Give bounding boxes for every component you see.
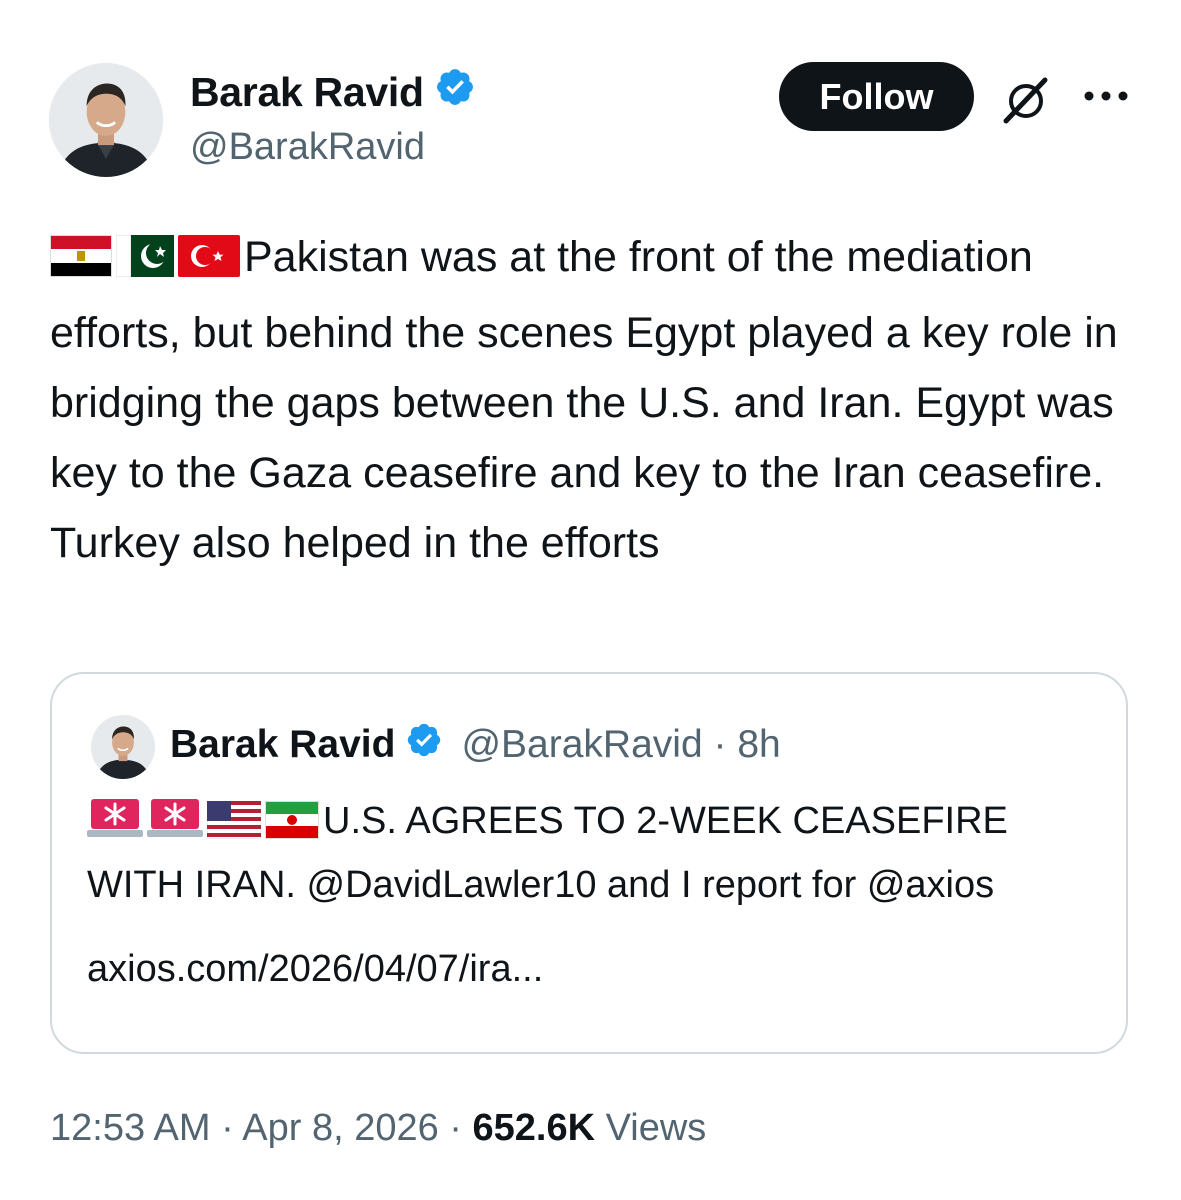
grok-icon[interactable]	[999, 75, 1053, 125]
quoted-tweet-meta: @BarakRavid · 8h	[461, 723, 780, 767]
tweet-time[interactable]: 12:53 AM	[50, 1107, 211, 1149]
quoted-tweet-text-block: U.S. AGREES TO 2-WEEK CEASEFIRE WITH IRA…	[87, 792, 1107, 914]
flag-turkey-icon	[178, 228, 240, 298]
quoted-tweet-header: Barak Ravid @BarakRavid · 8h	[170, 721, 781, 769]
flag-united-states-icon	[206, 798, 262, 856]
quoted-tweet-age[interactable]: 8h	[737, 723, 780, 766]
views-count: 652.6K	[472, 1107, 596, 1149]
author-name[interactable]: Barak Ravid	[190, 69, 424, 116]
more-options-icon[interactable]	[1083, 83, 1129, 109]
author-name-row[interactable]: Barak Ravid	[190, 66, 476, 118]
quoted-author-name[interactable]: Barak Ravid	[170, 723, 395, 767]
flag-pakistan-icon	[115, 228, 174, 298]
avatar-image	[49, 63, 163, 177]
quoted-author-handle[interactable]: @BarakRavid	[461, 723, 702, 766]
verified-badge-icon	[434, 66, 476, 118]
author-avatar[interactable]	[49, 63, 163, 177]
meta-separator: ·	[713, 723, 727, 766]
quoted-tweet-card[interactable]: Barak Ravid @BarakRavid · 8h U.S. AGREES…	[50, 672, 1128, 1054]
rotating-light-icon	[147, 795, 203, 856]
rotating-light-icon	[87, 795, 143, 856]
author-handle[interactable]: @BarakRavid	[190, 126, 425, 169]
avatar-image	[91, 715, 155, 779]
footer-separator: ·	[221, 1107, 234, 1149]
flag-egypt-icon	[50, 228, 112, 298]
tweet-text-block: Pakistan was at the front of the mediati…	[50, 222, 1140, 578]
views-label: Views	[605, 1107, 707, 1149]
follow-button[interactable]: Follow	[779, 62, 974, 131]
tweet-date[interactable]: Apr 8, 2026	[242, 1107, 438, 1149]
verified-badge-icon	[405, 721, 443, 769]
quoted-tweet-link[interactable]: axios.com/2026/04/07/ira...	[87, 940, 543, 998]
tweet-footer: 12:53 AM · Apr 8, 2026 · 652.6K Views	[50, 1107, 706, 1150]
footer-separator: ·	[449, 1107, 462, 1149]
quoted-author-avatar[interactable]	[91, 715, 155, 779]
flag-iran-icon	[265, 798, 319, 856]
